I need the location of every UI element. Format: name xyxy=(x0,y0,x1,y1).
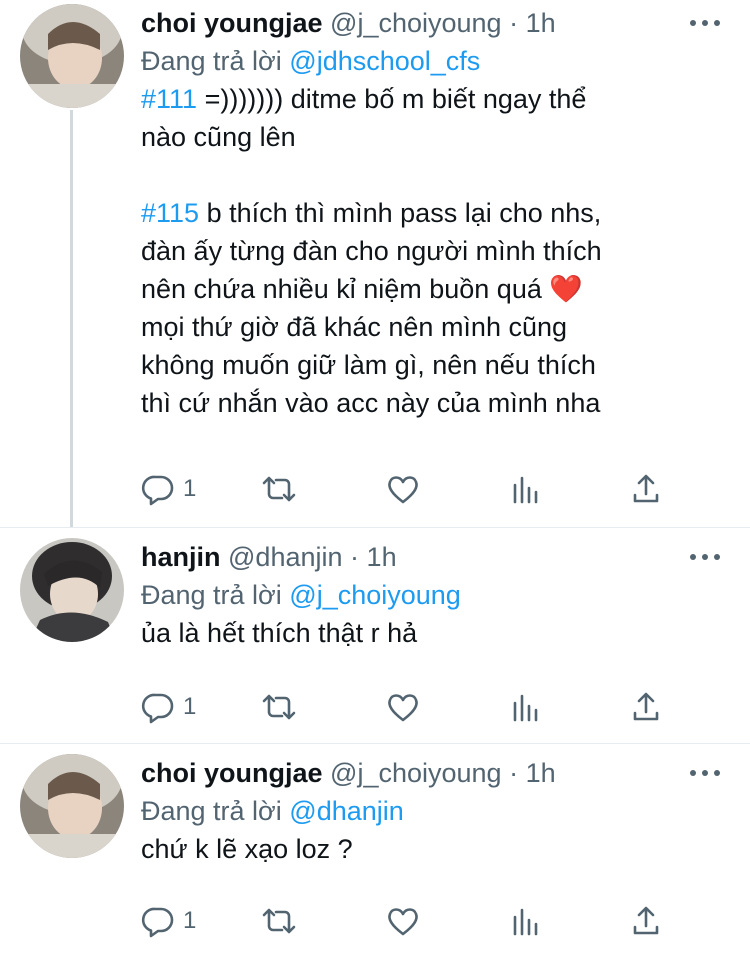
author-name[interactable]: choi youngjae xyxy=(141,8,323,38)
reply-count: 1 xyxy=(183,475,197,502)
tweet-text: ủa là hết thích thật r hả xyxy=(141,614,721,652)
analytics-icon xyxy=(513,908,538,936)
avatar[interactable] xyxy=(20,4,124,108)
text-line: chứ k lẽ xạo loz ? xyxy=(141,834,353,864)
reply-count: 1 xyxy=(183,693,197,720)
reply-count: 1 xyxy=(183,907,197,934)
text-fragment: =))))))) ditme bố m biết ngay thể xyxy=(197,84,587,114)
avatar[interactable] xyxy=(20,754,124,858)
author-handle[interactable]: @dhanjin xyxy=(228,542,343,572)
tweet-header: choi youngjae @j_choiyoung · 1h xyxy=(141,754,721,792)
retweet-button[interactable] xyxy=(261,904,297,938)
reply-button[interactable]: 1 xyxy=(141,690,196,724)
divider xyxy=(0,527,750,528)
divider xyxy=(0,743,750,744)
tweet-text: #111 =))))))) ditme bố m biết ngay thể n… xyxy=(141,80,721,422)
tweet-text: chứ k lẽ xạo loz ? xyxy=(141,830,721,868)
tweet-time[interactable]: 1h xyxy=(526,8,556,38)
text-line: đàn ấy từng đàn cho người mình thích xyxy=(141,236,602,266)
tweet-header: hanjin @dhanjin · 1h xyxy=(141,538,721,576)
replying-to-label: Đang trả lời xyxy=(141,580,282,610)
share-icon xyxy=(633,906,659,935)
replying-to: Đang trả lời @jdhschool_cfs xyxy=(141,42,721,80)
like-button[interactable] xyxy=(386,690,420,724)
share-button[interactable] xyxy=(631,904,661,938)
tweet-time[interactable]: 1h xyxy=(367,542,397,572)
thread-connector-line xyxy=(70,110,73,528)
replying-to-label: Đang trả lời xyxy=(141,46,282,76)
avatar[interactable] xyxy=(20,538,124,642)
tweet-header: choi youngjae @j_choiyoung · 1h xyxy=(141,4,721,42)
like-button[interactable] xyxy=(386,904,420,938)
separator-dot: · xyxy=(509,8,519,38)
text-line: ủa là hết thích thật r hả xyxy=(141,618,418,648)
author-handle[interactable]: @j_choiyoung xyxy=(330,758,502,788)
hashtag-link[interactable]: #111 xyxy=(141,84,197,114)
heart-icon xyxy=(388,476,418,504)
share-icon xyxy=(633,692,659,721)
text-line: nên chứa nhiều kỉ niệm buồn quá ❤️ xyxy=(141,270,721,308)
text-line: #115 b thích thì mình pass lại cho nhs, xyxy=(141,194,721,232)
text-fragment: nên chứa nhiều kỉ niệm buồn quá xyxy=(141,274,550,304)
text-line: không muốn giữ làm gì, nên nếu thích xyxy=(141,350,596,380)
retweet-icon xyxy=(262,694,296,720)
heart-emoji: ❤️ xyxy=(549,274,583,304)
replying-to: Đang trả lời @dhanjin xyxy=(141,792,721,830)
reply-button[interactable]: 1 xyxy=(141,472,196,506)
more-icon[interactable] xyxy=(690,542,720,572)
analytics-button[interactable] xyxy=(509,472,539,506)
tweet-time[interactable]: 1h xyxy=(526,758,556,788)
share-button[interactable] xyxy=(631,690,661,724)
retweet-icon xyxy=(262,908,296,934)
analytics-icon xyxy=(513,694,538,722)
heart-icon xyxy=(388,694,418,722)
text-line: mọi thứ giờ đã khác nên mình cũng xyxy=(141,312,568,342)
author-handle[interactable]: @j_choiyoung xyxy=(330,8,502,38)
like-button[interactable] xyxy=(386,472,420,506)
text-line: #111 =))))))) ditme bố m biết ngay thể xyxy=(141,80,721,118)
retweet-button[interactable] xyxy=(261,690,297,724)
replying-to-mention[interactable]: @jdhschool_cfs xyxy=(289,46,480,76)
empty-line xyxy=(141,156,721,194)
reply-button[interactable]: 1 xyxy=(141,904,196,938)
replying-to: Đang trả lời @j_choiyoung xyxy=(141,576,721,614)
hashtag-link[interactable]: #115 xyxy=(141,198,199,228)
separator-dot: · xyxy=(509,758,519,788)
more-icon[interactable] xyxy=(690,8,720,38)
author-name[interactable]: hanjin xyxy=(141,542,221,572)
action-bar: 1 xyxy=(141,472,681,506)
retweet-icon xyxy=(262,476,296,502)
analytics-button[interactable] xyxy=(509,904,539,938)
replying-to-mention[interactable]: @j_choiyoung xyxy=(289,580,461,610)
separator-dot: · xyxy=(350,542,360,572)
action-bar: 1 xyxy=(141,904,681,938)
analytics-icon xyxy=(513,476,538,504)
text-fragment: b thích thì mình pass lại cho nhs, xyxy=(199,198,602,228)
heart-icon xyxy=(388,908,418,936)
replying-to-label: Đang trả lời xyxy=(141,796,282,826)
share-icon xyxy=(633,474,659,503)
share-button[interactable] xyxy=(631,472,661,506)
action-bar: 1 xyxy=(141,690,681,724)
text-line: thì cứ nhắn vào acc này của mình nha xyxy=(141,388,601,418)
more-icon[interactable] xyxy=(690,758,720,788)
text-line: nào cũng lên xyxy=(141,122,296,152)
reply-icon xyxy=(141,907,174,938)
analytics-button[interactable] xyxy=(509,690,539,724)
replying-to-mention[interactable]: @dhanjin xyxy=(289,796,404,826)
reply-icon xyxy=(141,475,174,506)
author-name[interactable]: choi youngjae xyxy=(141,758,323,788)
retweet-button[interactable] xyxy=(261,472,297,506)
reply-icon xyxy=(141,693,174,724)
